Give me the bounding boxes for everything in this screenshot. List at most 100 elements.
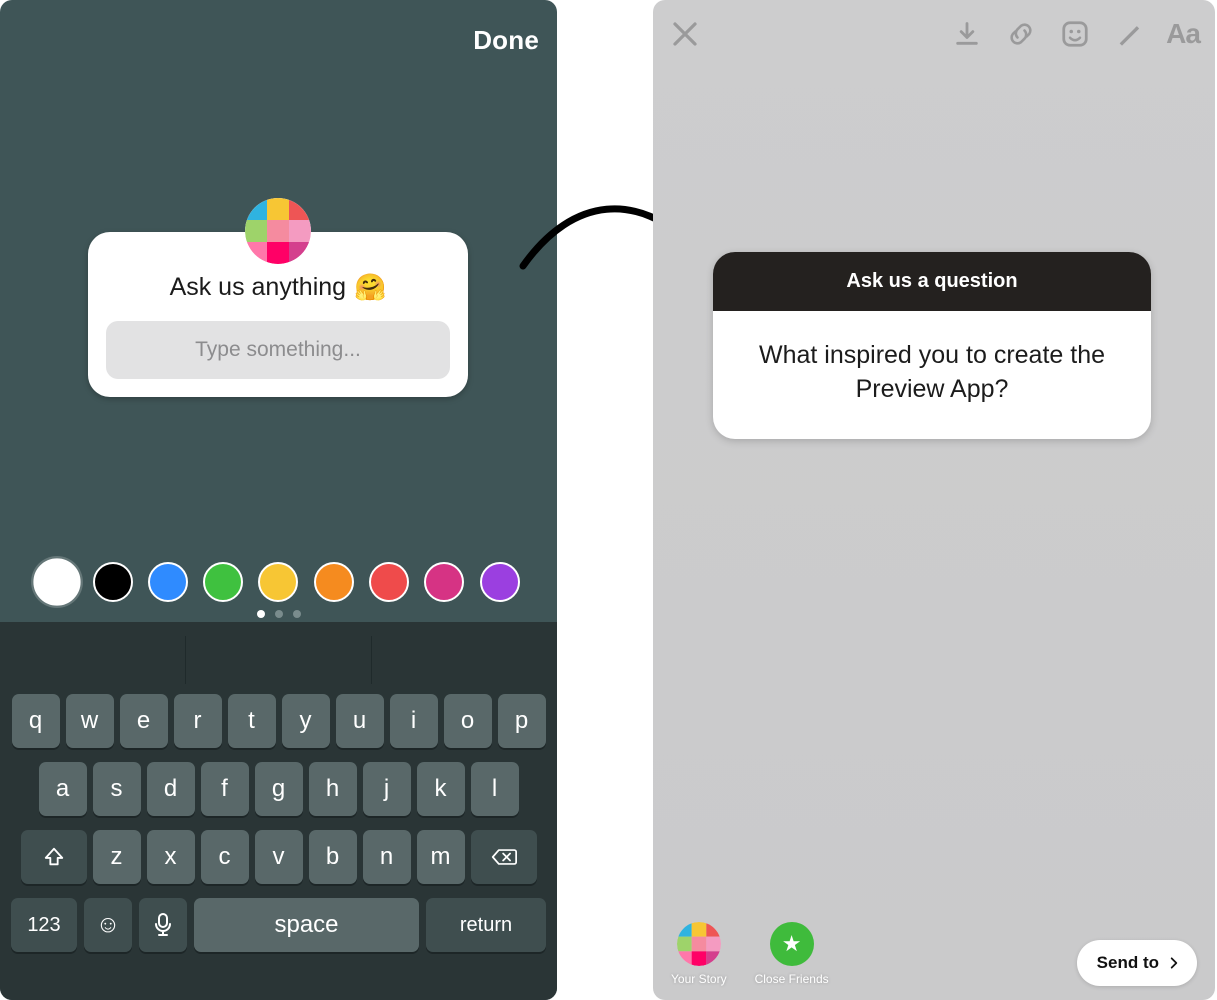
key-f[interactable]: f: [201, 762, 249, 816]
space-key[interactable]: space: [194, 898, 419, 952]
avatar-grid-icon: [677, 922, 721, 966]
link-icon: [1007, 20, 1035, 48]
close-friends-button[interactable]: ★ Close Friends: [755, 922, 829, 986]
star-icon: ★: [782, 931, 802, 957]
color-swatch-orange[interactable]: [314, 562, 354, 602]
key-a[interactable]: a: [39, 762, 87, 816]
text-button[interactable]: Aa: [1167, 18, 1199, 50]
key-n[interactable]: n: [363, 830, 411, 884]
suggestion-cell[interactable]: [0, 636, 186, 684]
left-top-bar: Done: [0, 0, 557, 64]
color-swatch-yellow[interactable]: [258, 562, 298, 602]
page-dot[interactable]: [257, 610, 265, 618]
color-palette: [0, 562, 557, 602]
right-top-bar: Aa: [653, 0, 1215, 68]
key-j[interactable]: j: [363, 762, 411, 816]
draw-button[interactable]: [1113, 18, 1145, 50]
question-prompt-text: Ask us anything: [170, 273, 347, 302]
keyboard-row-1: qwertyuiop: [4, 694, 553, 748]
draw-icon: [1115, 20, 1143, 48]
emoji-icon: ☺: [96, 911, 121, 939]
key-k[interactable]: k: [417, 762, 465, 816]
color-swatch-black[interactable]: [93, 562, 133, 602]
key-i[interactable]: i: [390, 694, 438, 748]
text-icon: Aa: [1166, 18, 1200, 50]
key-w[interactable]: w: [66, 694, 114, 748]
avatar-grid-icon: [245, 198, 311, 264]
numeric-key[interactable]: 123: [11, 898, 77, 952]
key-d[interactable]: d: [147, 762, 195, 816]
hug-emoji-icon: 🤗: [354, 272, 386, 303]
right-tools: Aa: [951, 18, 1199, 50]
question-response-sticker[interactable]: Ask us a question What inspired you to c…: [713, 252, 1151, 439]
divider-gap: [557, 0, 653, 1000]
sticker-button[interactable]: [1059, 18, 1091, 50]
close-friends-circle: ★: [770, 922, 814, 966]
close-button[interactable]: [669, 18, 701, 50]
color-swatch-blue[interactable]: [148, 562, 188, 602]
key-h[interactable]: h: [309, 762, 357, 816]
backspace-key[interactable]: [471, 830, 537, 884]
palette-page-dots: [0, 610, 557, 618]
page-dot[interactable]: [293, 610, 301, 618]
color-swatch-red[interactable]: [369, 562, 409, 602]
save-button[interactable]: [951, 18, 983, 50]
download-icon: [953, 20, 981, 48]
your-story-button[interactable]: Your Story: [671, 922, 727, 986]
key-p[interactable]: p: [498, 694, 546, 748]
key-c[interactable]: c: [201, 830, 249, 884]
key-y[interactable]: y: [282, 694, 330, 748]
send-to-label: Send to: [1097, 953, 1159, 973]
shift-key[interactable]: [21, 830, 87, 884]
page-dot[interactable]: [275, 610, 283, 618]
emoji-key[interactable]: ☺: [84, 898, 132, 952]
link-button[interactable]: [1005, 18, 1037, 50]
key-m[interactable]: m: [417, 830, 465, 884]
keyboard-suggestion-bar[interactable]: [0, 636, 557, 684]
share-targets: Your Story ★ Close Friends: [671, 922, 829, 986]
color-swatch-white[interactable]: [34, 558, 81, 605]
question-input-placeholder: Type something...: [195, 338, 361, 362]
key-q[interactable]: q: [12, 694, 60, 748]
key-x[interactable]: x: [147, 830, 195, 884]
key-v[interactable]: v: [255, 830, 303, 884]
keyboard[interactable]: qwertyuiop asdfghjkl zxcvbnm 123 ☺ space…: [0, 622, 557, 1000]
key-b[interactable]: b: [309, 830, 357, 884]
key-s[interactable]: s: [93, 762, 141, 816]
key-g[interactable]: g: [255, 762, 303, 816]
close-friends-label: Close Friends: [755, 972, 829, 986]
question-prompt[interactable]: Ask us anything 🤗: [106, 272, 450, 303]
backspace-icon: [491, 847, 517, 867]
suggestion-cell[interactable]: [186, 636, 372, 684]
question-sticker[interactable]: Ask us anything 🤗 Type something...: [88, 232, 468, 397]
right-bottom-bar: Your Story ★ Close Friends Send to: [653, 922, 1215, 986]
key-o[interactable]: o: [444, 694, 492, 748]
sticker-icon: [1060, 19, 1090, 49]
key-z[interactable]: z: [93, 830, 141, 884]
color-swatch-purple[interactable]: [480, 562, 520, 602]
key-e[interactable]: e: [120, 694, 168, 748]
color-swatch-magenta[interactable]: [424, 562, 464, 602]
microphone-icon: [153, 913, 173, 937]
question-input[interactable]: Type something...: [106, 321, 450, 379]
story-editor-right: Aa Ask us a question What inspired you t…: [653, 0, 1215, 1000]
shift-icon: [43, 846, 65, 868]
response-body: What inspired you to create the Preview …: [713, 311, 1151, 439]
send-to-button[interactable]: Send to: [1077, 940, 1197, 986]
chevron-right-icon: [1167, 956, 1181, 970]
key-l[interactable]: l: [471, 762, 519, 816]
key-r[interactable]: r: [174, 694, 222, 748]
keyboard-row-3: zxcvbnm: [4, 830, 553, 884]
color-swatch-green[interactable]: [203, 562, 243, 602]
done-button[interactable]: Done: [473, 25, 539, 56]
your-story-avatar: [677, 922, 721, 966]
dictation-key[interactable]: [139, 898, 187, 952]
suggestion-cell[interactable]: [372, 636, 557, 684]
close-icon: [670, 19, 700, 49]
key-u[interactable]: u: [336, 694, 384, 748]
your-story-label: Your Story: [671, 972, 727, 986]
story-editor-left: Done Ask us anything 🤗 Type something.: [0, 0, 557, 1000]
key-t[interactable]: t: [228, 694, 276, 748]
return-key[interactable]: return: [426, 898, 546, 952]
keyboard-row-2: asdfghjkl: [4, 762, 553, 816]
